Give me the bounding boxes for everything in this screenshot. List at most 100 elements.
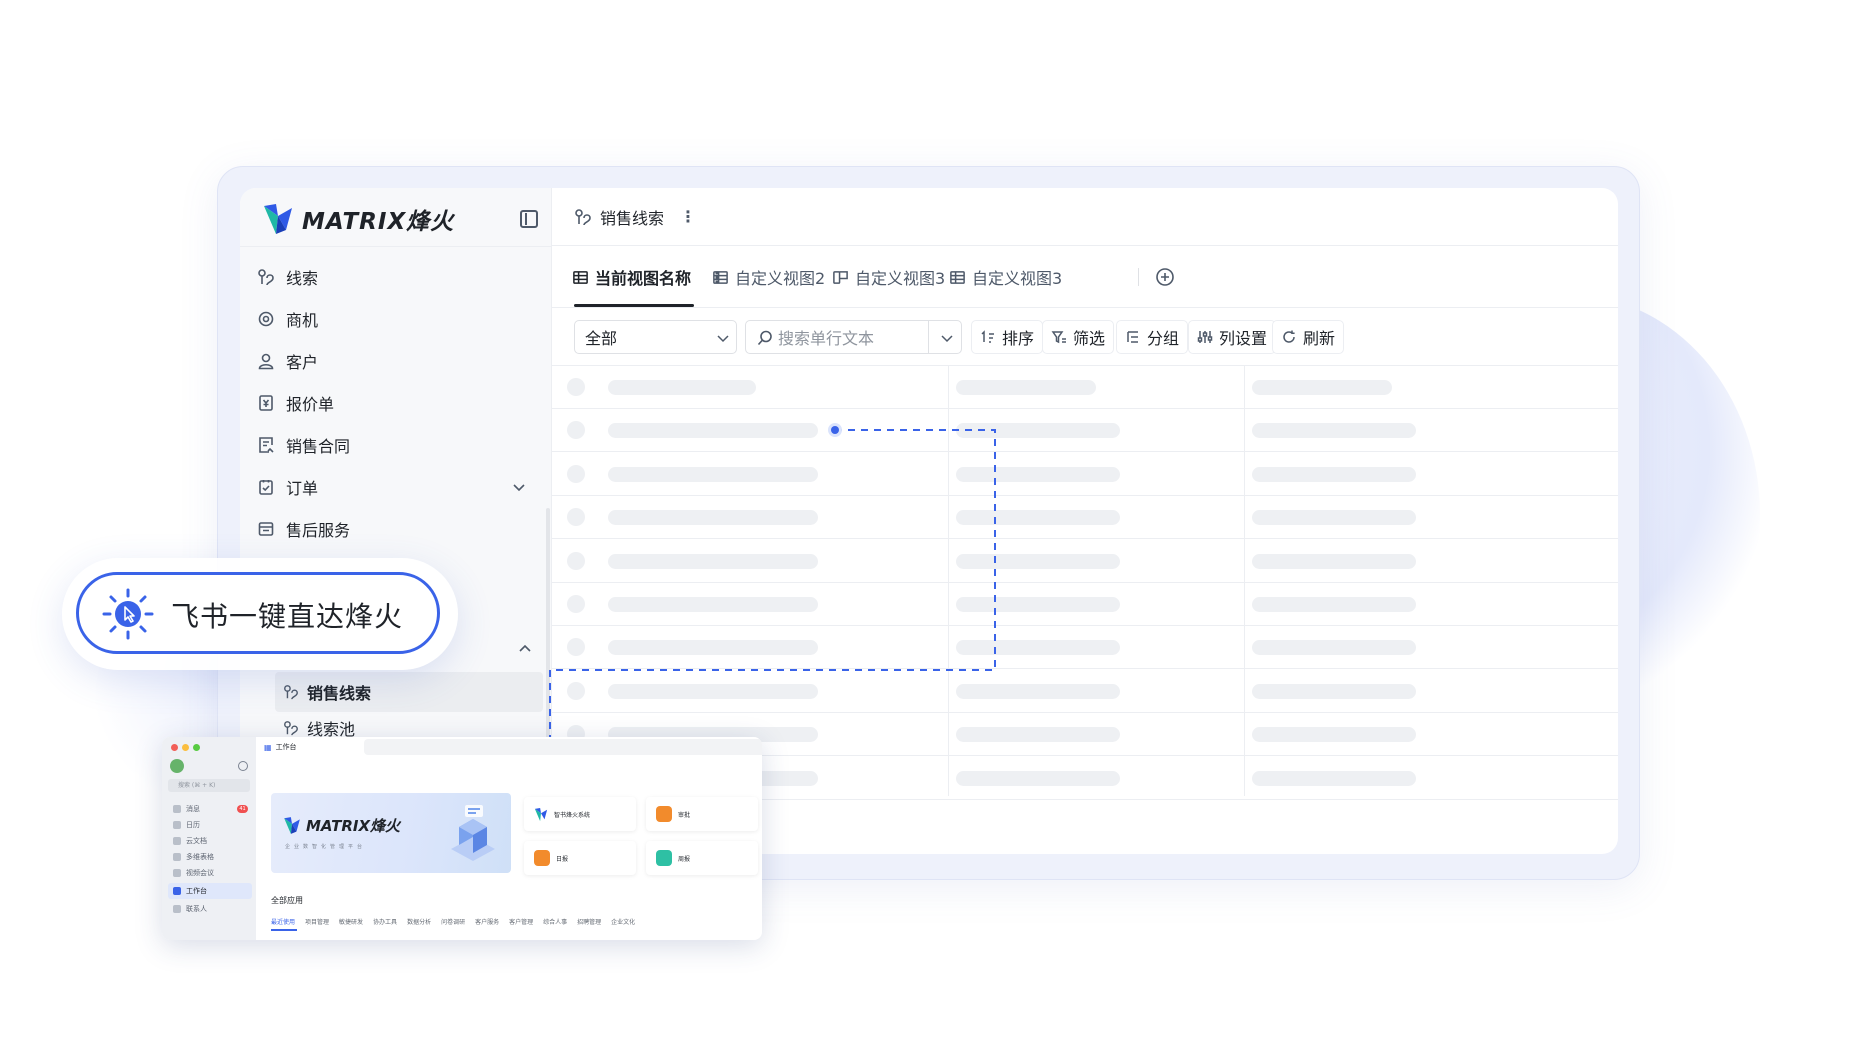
- feishu-banner[interactable]: MATRIX烽火 企业数智化管理平台: [271, 793, 511, 873]
- app-category-tab[interactable]: 招聘管理: [577, 917, 601, 926]
- group-button[interactable]: 分组: [1116, 320, 1189, 354]
- chevron-down-icon[interactable]: [939, 330, 955, 346]
- app-category-tabs: 最近使用 项目管理 敏捷研发 协办工具 数据分析 问卷调研 客户服务 客户管理 综合人事 招聘管理…: [271, 917, 635, 926]
- table-icon: [950, 270, 965, 284]
- group-label: 分组: [1147, 329, 1180, 348]
- filter-button[interactable]: 筛选: [1042, 320, 1115, 354]
- weekly-report-icon: [656, 850, 672, 866]
- window-controls: [171, 744, 200, 751]
- lead-icon: [256, 267, 276, 287]
- table-row[interactable]: [552, 366, 1618, 409]
- app-category-tab[interactable]: 最近使用: [271, 917, 295, 926]
- cell-placeholder: [956, 727, 1120, 743]
- sidebar-item-customers[interactable]: 客户: [256, 340, 540, 382]
- sidebar-item-contracts[interactable]: 销售合同: [256, 424, 540, 466]
- minimize-icon[interactable]: [182, 744, 189, 751]
- tab-label: 自定义视图3: [972, 269, 1063, 288]
- approval-icon: [656, 806, 672, 822]
- chevron-up-icon[interactable]: [516, 640, 534, 658]
- feishu-nav-calendar[interactable]: 日历: [168, 817, 252, 833]
- cell-placeholder: [608, 466, 818, 482]
- cell-placeholder: [1252, 553, 1416, 569]
- page-header: 销售线索 ⋮: [552, 188, 1618, 246]
- sidebar-item-opportunities[interactable]: 商机: [256, 298, 540, 340]
- page-title: 销售线索: [600, 208, 665, 228]
- row-checkbox-placeholder: [567, 464, 585, 483]
- table-icon: [713, 270, 728, 284]
- app-category-tab[interactable]: 敏捷研发: [339, 917, 363, 926]
- sidebar-subitem-label: 销售线索: [307, 684, 372, 703]
- refresh-button[interactable]: 刷新: [1272, 320, 1345, 354]
- scope-select[interactable]: 全部: [574, 320, 737, 354]
- add-view-icon[interactable]: [1155, 267, 1175, 287]
- feishu-nav-contacts[interactable]: 联系人: [168, 901, 252, 917]
- tab-label: 当前视图名称: [595, 269, 692, 288]
- sort-button[interactable]: 排序: [971, 320, 1044, 354]
- cell-placeholder: [956, 553, 1120, 569]
- cell-placeholder: [1252, 727, 1416, 743]
- feishu-nav-messages[interactable]: 消息 41: [168, 801, 252, 817]
- user-icon: [256, 351, 276, 371]
- isometric-building-illustration: [451, 805, 495, 861]
- sidebar-item-orders[interactable]: 订单: [256, 466, 540, 508]
- feishu-nav-workplace[interactable]: 工作台: [168, 883, 252, 899]
- table-row[interactable]: [552, 670, 1618, 713]
- app-category-tab[interactable]: 数据分析: [407, 917, 431, 926]
- sidebar-item-quotes[interactable]: 报价单: [256, 382, 540, 424]
- app-card-daily-report[interactable]: 日报: [524, 841, 636, 875]
- avatar[interactable]: [170, 759, 184, 773]
- app-category-tab[interactable]: 综合人事: [543, 917, 567, 926]
- table-row[interactable]: [552, 496, 1618, 540]
- grid-icon: ▦: [264, 742, 272, 752]
- table-row[interactable]: [552, 626, 1618, 670]
- app-category-tab[interactable]: 企业文化: [611, 917, 635, 926]
- cell-placeholder: [1252, 510, 1416, 526]
- lead-icon: [575, 208, 591, 225]
- feishu-nav-docs[interactable]: 云文档: [168, 833, 252, 849]
- app-category-tab[interactable]: 项目管理: [305, 917, 329, 926]
- scope-select-value: 全部: [585, 329, 618, 348]
- app-card-matrix[interactable]: 智书烽火系统: [524, 797, 636, 831]
- row-checkbox-placeholder: [567, 638, 585, 657]
- cell-placeholder: [956, 597, 1120, 612]
- chevron-down-icon[interactable]: [510, 478, 528, 496]
- logo[interactable]: MATRIX烽火: [262, 202, 454, 236]
- tab-custom-view-3b[interactable]: 自定义视图3: [949, 266, 1062, 288]
- cell-placeholder: [1252, 423, 1416, 439]
- sidebar-item-leads[interactable]: 线索: [256, 256, 540, 298]
- tab-custom-view-2[interactable]: 自定义视图2: [712, 266, 825, 288]
- table-row[interactable]: [552, 453, 1618, 496]
- more-menu-icon[interactable]: ⋮: [680, 207, 697, 226]
- app-category-tab[interactable]: 客户服务: [475, 917, 499, 926]
- table-row[interactable]: [552, 540, 1618, 583]
- tab-custom-view-3[interactable]: 自定义视图3: [832, 266, 945, 288]
- app-card-approval[interactable]: 审批: [646, 797, 758, 831]
- tap-icon: [102, 588, 154, 640]
- group-icon: [1127, 331, 1138, 343]
- column-settings-button[interactable]: 列设置: [1188, 320, 1277, 354]
- refresh-icon: [1283, 330, 1295, 343]
- cell-placeholder: [608, 510, 818, 526]
- quote-icon: [256, 393, 276, 413]
- app-category-tab[interactable]: 问卷调研: [441, 917, 465, 926]
- sidebar-item-after-sales[interactable]: 售后服务: [256, 508, 540, 550]
- feishu-nav-meetings[interactable]: 视频会议: [168, 865, 252, 881]
- table-row[interactable]: [552, 583, 1618, 626]
- collapse-sidebar-icon[interactable]: [520, 210, 538, 228]
- tab-label: 自定义视图3: [855, 269, 946, 288]
- app-card-weekly-report[interactable]: 周报: [646, 841, 758, 875]
- search-input[interactable]: 搜索 (⌘ + K): [168, 779, 250, 792]
- app-category-tab[interactable]: 协办工具: [373, 917, 397, 926]
- app-category-tab[interactable]: 客户管理: [509, 917, 533, 926]
- close-icon[interactable]: [171, 744, 178, 751]
- chevron-down-icon: [717, 335, 729, 343]
- feishu-nav-base[interactable]: 多维表格: [168, 849, 252, 865]
- target-icon: [256, 309, 276, 329]
- table-row[interactable]: [552, 409, 1618, 453]
- sidebar-subitem-sales-leads[interactable]: 销售线索: [275, 672, 543, 712]
- tab-current-view[interactable]: 当前视图名称 ⋮: [572, 266, 726, 288]
- search-input[interactable]: 搜索单行文本: [745, 320, 962, 354]
- maximize-icon[interactable]: [193, 744, 200, 751]
- callout-text: 飞书一键直达烽火: [171, 600, 404, 633]
- add-icon[interactable]: [238, 761, 248, 771]
